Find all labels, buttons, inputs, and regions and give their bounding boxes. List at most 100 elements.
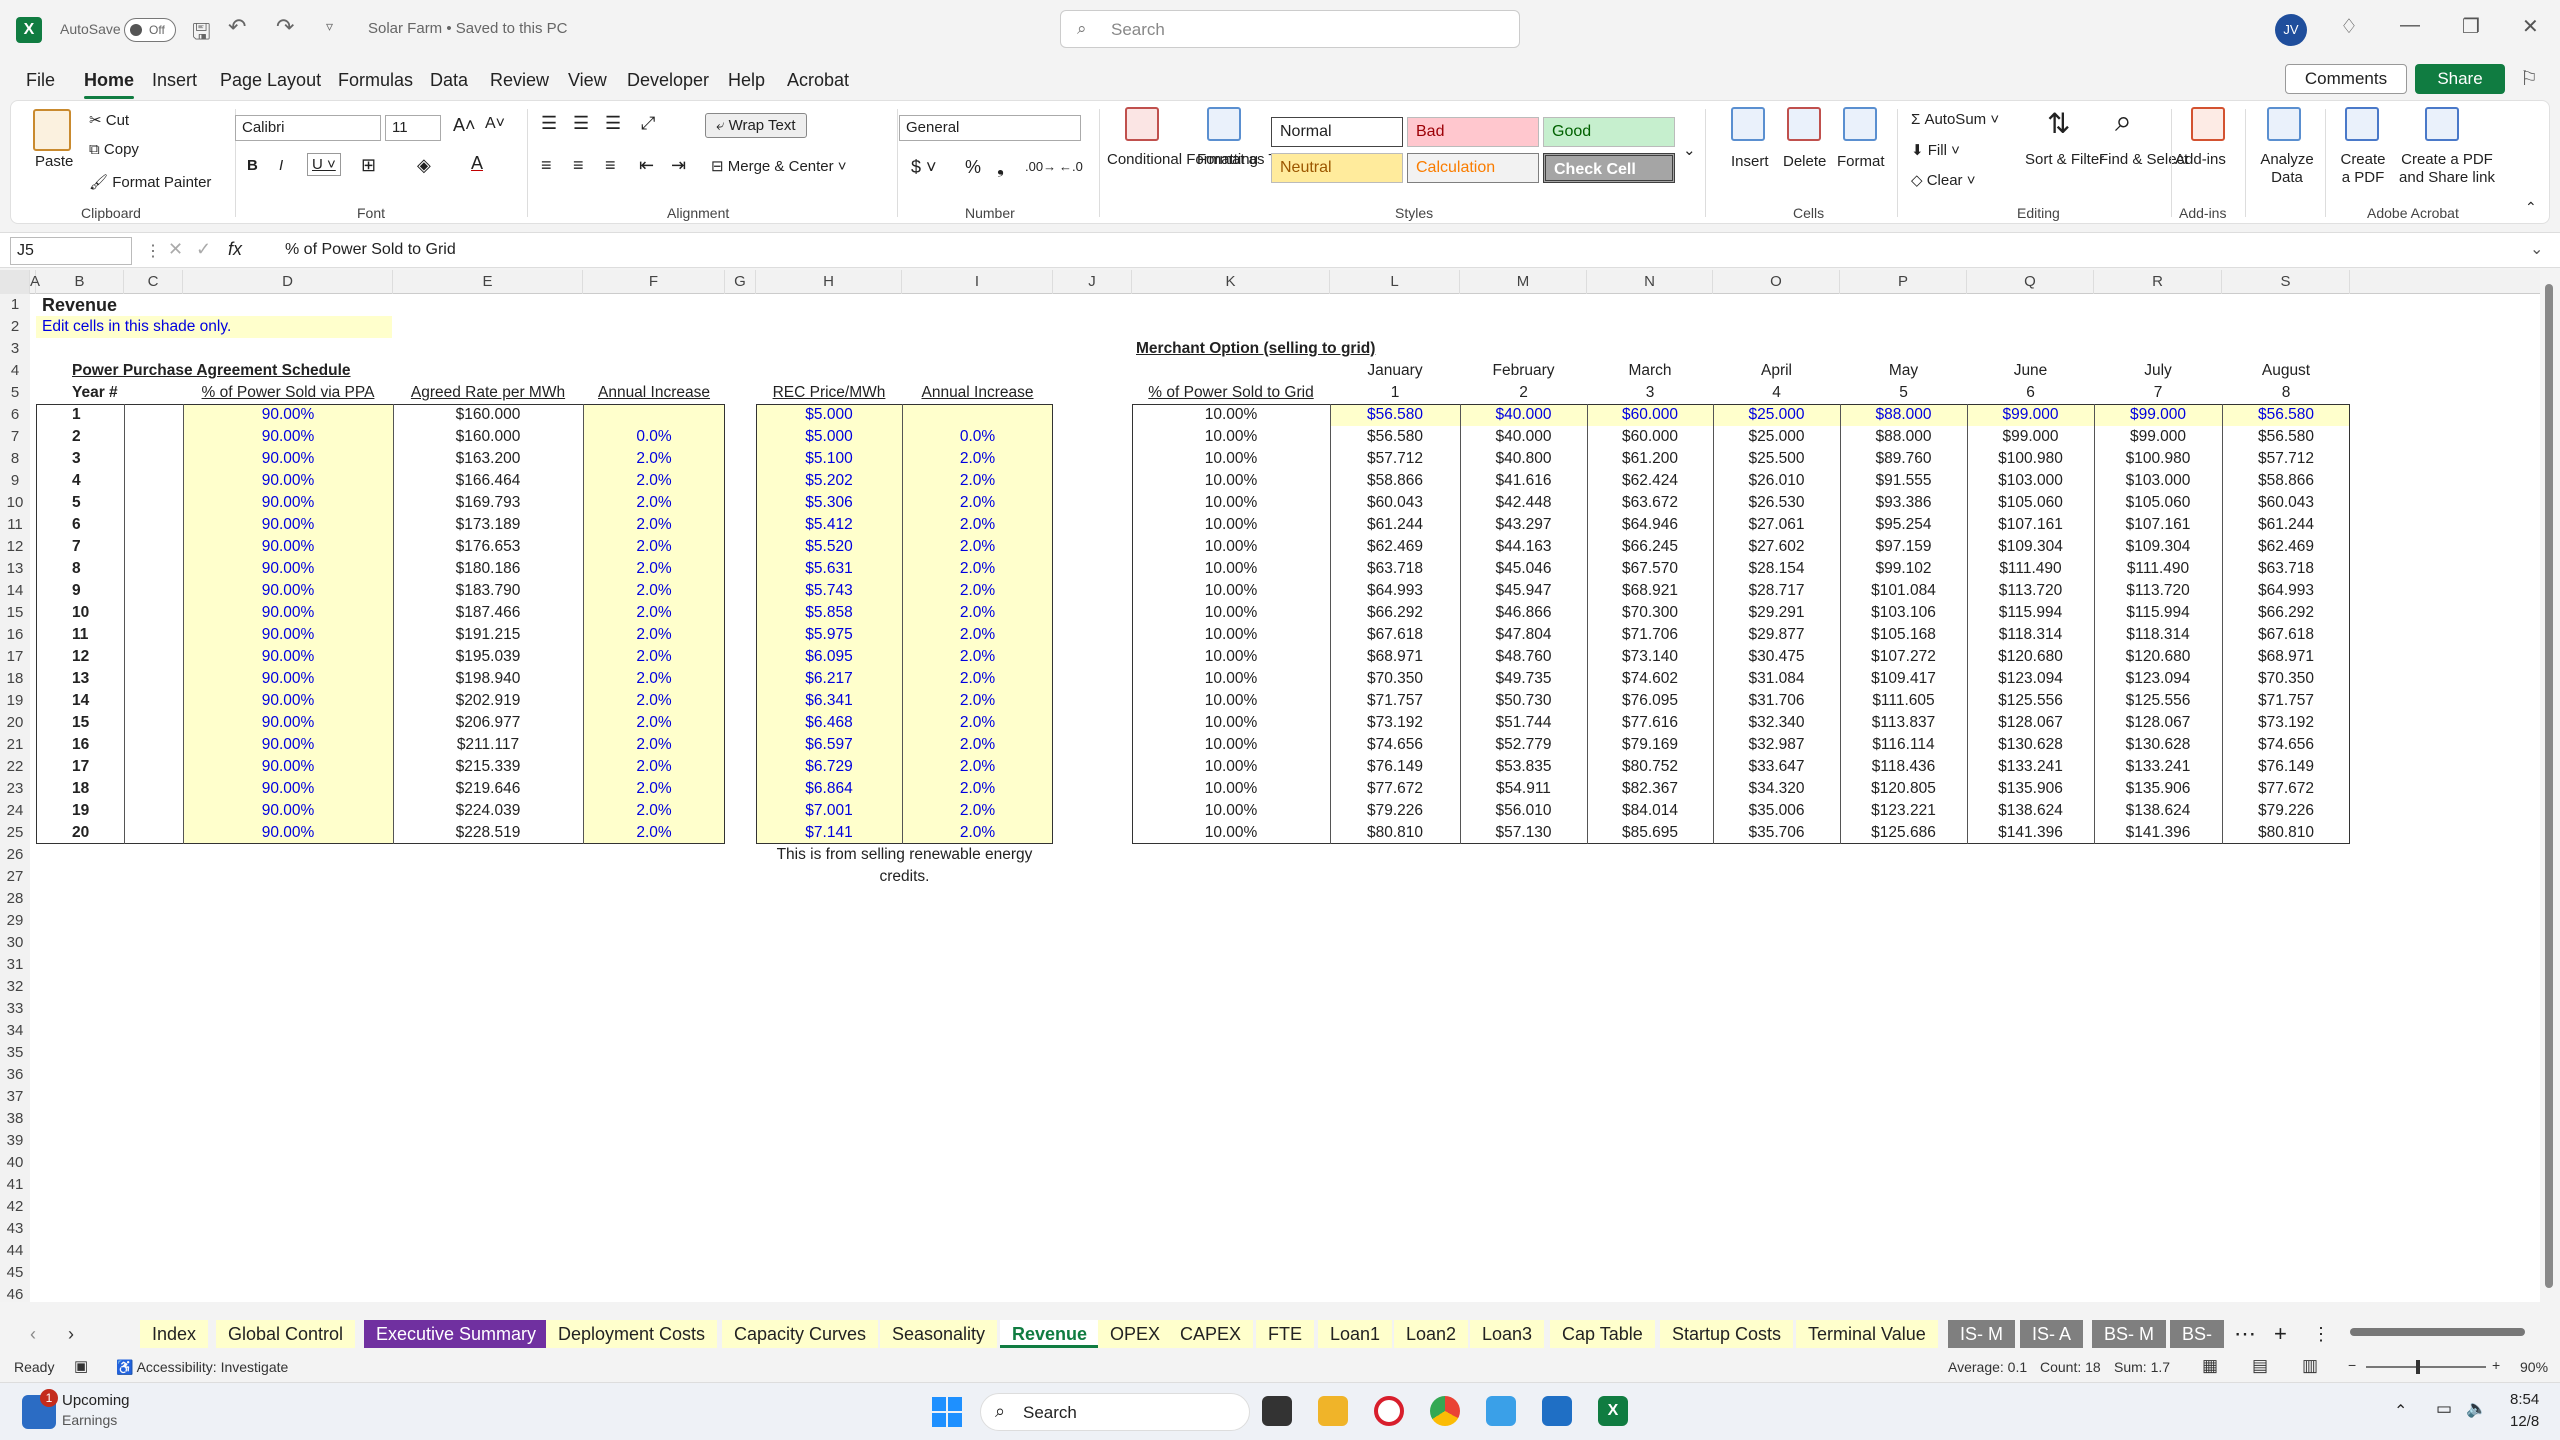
menu-insert[interactable]: Insert [152, 70, 197, 91]
format-as-table-icon[interactable] [1207, 107, 1241, 141]
row-header-36[interactable]: 36 [0, 1064, 30, 1086]
row-header-18[interactable]: 18 [0, 668, 30, 690]
orientation-icon[interactable]: ⤢ [641, 113, 655, 134]
network-icon[interactable]: ▭ [2436, 1399, 2452, 1419]
column-header-n[interactable]: N [1587, 270, 1713, 294]
column-header-f[interactable]: F [583, 270, 725, 294]
row-header-30[interactable]: 30 [0, 932, 30, 954]
row-header-44[interactable]: 44 [0, 1240, 30, 1262]
paste-button[interactable]: Paste [35, 153, 73, 170]
menu-developer[interactable]: Developer [627, 70, 709, 91]
percent-icon[interactable]: % [965, 157, 981, 178]
tab-loan2[interactable]: Loan2 [1394, 1320, 1469, 1348]
row-header-1[interactable]: 1 [0, 294, 30, 316]
row-header-10[interactable]: 10 [0, 492, 30, 514]
row-header-27[interactable]: 27 [0, 866, 30, 888]
style-calculation[interactable]: Calculation [1407, 153, 1539, 183]
conditional-formatting-icon[interactable] [1125, 107, 1159, 141]
document-title[interactable]: Solar Farm • Saved to this PC [368, 20, 568, 37]
clock-time[interactable]: 8:54 [2510, 1391, 2539, 1408]
clock-date[interactable]: 12/8 [2510, 1413, 2539, 1430]
menu-data[interactable]: Data [430, 70, 468, 91]
row-header-8[interactable]: 8 [0, 448, 30, 470]
insert-cells-icon[interactable] [1731, 107, 1765, 141]
style-normal[interactable]: Normal [1271, 117, 1403, 147]
tab-bs[interactable]: BS- [2170, 1320, 2225, 1348]
tray-chevron-icon[interactable]: ⌃ [2394, 1401, 2407, 1421]
zoom-slider[interactable] [2366, 1360, 2486, 1374]
tab-bs-m[interactable]: BS- M [2092, 1320, 2167, 1348]
restore-icon[interactable]: ❐ [2462, 14, 2480, 39]
create-pdf-icon[interactable] [2345, 107, 2379, 141]
menu-formulas[interactable]: Formulas [338, 70, 413, 91]
enter-icon[interactable]: ✓ [196, 239, 211, 260]
currency-icon[interactable]: $ ˅ [911, 157, 937, 178]
row-header-15[interactable]: 15 [0, 602, 30, 624]
minimize-icon[interactable]: — [2400, 14, 2420, 37]
column-header-d[interactable]: D [183, 270, 393, 294]
number-format-select[interactable]: General [899, 115, 1081, 141]
column-header-p[interactable]: P [1840, 270, 1967, 294]
add-ins-button[interactable]: Add-ins [2175, 151, 2226, 168]
row-header-7[interactable]: 7 [0, 426, 30, 448]
column-header-s[interactable]: S [2222, 270, 2350, 294]
cut-button[interactable]: ✂ Cut [89, 111, 129, 129]
feedback-icon[interactable]: ⚐ [2520, 66, 2538, 91]
decrease-decimal-icon[interactable]: ←.0 [1059, 159, 1083, 174]
tab-seasonality[interactable]: Seasonality [880, 1320, 998, 1348]
tab-is-a[interactable]: IS- A [2020, 1320, 2084, 1348]
tab-global-control[interactable]: Global Control [216, 1320, 356, 1348]
column-header-q[interactable]: Q [1967, 270, 2094, 294]
tab-fte[interactable]: FTE [1256, 1320, 1314, 1348]
tab-executive-summary[interactable]: Executive Summary [364, 1320, 549, 1348]
opera-icon[interactable] [1374, 1396, 1404, 1426]
create-pdf-button[interactable]: Create a PDF [2335, 151, 2391, 187]
row-header-19[interactable]: 19 [0, 690, 30, 712]
excel-taskbar-icon[interactable]: X [1598, 1396, 1628, 1426]
row-header-32[interactable]: 32 [0, 976, 30, 998]
bold-icon[interactable]: B [247, 157, 258, 174]
share-button[interactable]: Share [2415, 64, 2505, 94]
paste-icon[interactable] [33, 109, 71, 151]
row-header-39[interactable]: 39 [0, 1130, 30, 1152]
fill-button[interactable]: ⬇ Fill ˅ [1911, 141, 1960, 159]
row-header-43[interactable]: 43 [0, 1218, 30, 1240]
redo-icon[interactable]: ↷ [276, 14, 294, 40]
row-header-37[interactable]: 37 [0, 1086, 30, 1108]
row-header-40[interactable]: 40 [0, 1152, 30, 1174]
tab-startup-costs[interactable]: Startup Costs [1660, 1320, 1794, 1348]
column-header-j[interactable]: J [1053, 270, 1132, 294]
row-header-5[interactable]: 5 [0, 382, 30, 404]
fill-color-icon[interactable]: ◈ [417, 155, 431, 176]
format-cells-icon[interactable] [1843, 107, 1877, 141]
format-painter-button[interactable]: 🖌 Format Painter [89, 173, 211, 191]
tab-scroll-right-icon[interactable]: › [56, 1320, 86, 1348]
comments-button[interactable]: Comments [2285, 64, 2407, 94]
row-header-4[interactable]: 4 [0, 360, 30, 382]
tab-is-m[interactable]: IS- M [1948, 1320, 2015, 1348]
row-header-41[interactable]: 41 [0, 1174, 30, 1196]
add-ins-icon[interactable] [2191, 107, 2225, 141]
analyze-data-button[interactable]: Analyze Data [2257, 151, 2317, 187]
wrap-text-button[interactable]: ⤶ Wrap Text [705, 113, 807, 138]
tab-capacity-curves[interactable]: Capacity Curves [722, 1320, 879, 1348]
delete-cells-icon[interactable] [1787, 107, 1821, 141]
clear-button[interactable]: ◇ Clear ˅ [1911, 171, 1976, 189]
horizontal-scrollbar[interactable] [2340, 1324, 2550, 1340]
comma-icon[interactable]: ❟ [997, 157, 1004, 178]
tab-revenue[interactable]: Revenue [1000, 1320, 1100, 1348]
row-header-33[interactable]: 33 [0, 998, 30, 1020]
chrome-icon[interactable] [1430, 1396, 1460, 1426]
page-break-view-icon[interactable]: ▥ [2302, 1356, 2318, 1376]
align-top-icon[interactable]: ☰ [541, 113, 557, 134]
new-sheet-icon[interactable]: + [2262, 1320, 2299, 1348]
menu-review[interactable]: Review [490, 70, 549, 91]
file-explorer-icon[interactable] [1318, 1396, 1348, 1426]
volume-icon[interactable]: 🔈 [2466, 1399, 2487, 1419]
merge-center-button[interactable]: ⊟ Merge & Center ˅ [711, 157, 847, 175]
italic-icon[interactable]: I [279, 157, 283, 174]
row-header-11[interactable]: 11 [0, 514, 30, 536]
row-header-46[interactable]: 46 [0, 1284, 30, 1302]
increase-indent-icon[interactable]: ⇥ [671, 155, 686, 176]
formula-input[interactable]: % of Power Sold to Grid [285, 241, 456, 259]
